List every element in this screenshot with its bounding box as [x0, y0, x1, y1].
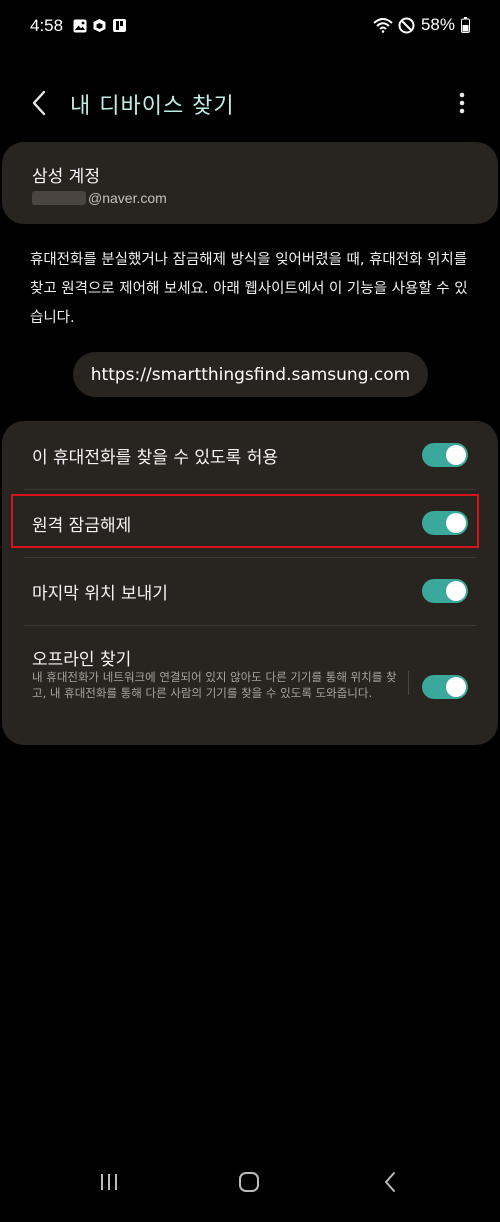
- website-link[interactable]: https://smartthingsfind.samsung.com: [73, 352, 428, 397]
- recents-button[interactable]: [89, 1162, 129, 1202]
- setting-allow-find[interactable]: 이 휴대전화를 찾을 수 있도록 허용: [2, 421, 498, 489]
- setting-send-last-location[interactable]: 마지막 위치 보내기: [2, 557, 498, 625]
- battery-percent: 58%: [420, 15, 455, 34]
- recents-icon: [101, 1174, 117, 1190]
- back-icon: [385, 1172, 395, 1192]
- account-label: 삼성 계정: [32, 167, 100, 187]
- offline-finding-toggle[interactable]: [422, 675, 468, 699]
- back-button[interactable]: [22, 86, 56, 120]
- wifi-icon: [373, 18, 393, 33]
- chevron-left-icon: [32, 90, 46, 116]
- page-title: 내 디바이스 찾기: [70, 94, 235, 119]
- status-time: 4:58: [30, 16, 64, 35]
- samsung-account-card[interactable]: 삼성 계정 @naver.com: [2, 142, 498, 224]
- setting-label: 오프라인 찾기: [32, 650, 132, 670]
- description-text: 휴대전화를 분실했거나 잠금해제 방식을 잊어버렸을 때, 휴대전화 위치를 찾…: [30, 252, 468, 326]
- toggle-knob: [446, 581, 466, 601]
- highlight-box: [11, 494, 479, 548]
- offline-finding-description: 내 휴대전화가 네트워크에 연결되어 있지 않아도 다른 기기를 통해 위치를 …: [32, 670, 397, 700]
- home-button[interactable]: [229, 1162, 269, 1202]
- nav-back-button[interactable]: [370, 1162, 410, 1202]
- vertical-separator: [408, 671, 409, 695]
- status-bar: 4:58 58%: [0, 0, 500, 54]
- setting-label: 이 휴대전화를 찾을 수 있도록 허용: [32, 448, 278, 468]
- allow-find-toggle[interactable]: [422, 443, 468, 467]
- status-icons-right: 58%: [373, 15, 470, 35]
- home-icon: [239, 1172, 259, 1192]
- send-last-location-toggle[interactable]: [422, 579, 468, 603]
- settings-card: 이 휴대전화를 찾을 수 있도록 허용 원격 잠금해제 마지막 위치 보내기 오…: [2, 421, 498, 745]
- gallery-icon: [72, 18, 87, 33]
- navigation-bar: [0, 1142, 500, 1222]
- toggle-knob: [446, 677, 466, 697]
- status-icons-left: [72, 18, 127, 33]
- notification-app-icon: [112, 18, 127, 33]
- setting-label: 마지막 위치 보내기: [32, 584, 168, 604]
- more-options-button[interactable]: [448, 86, 476, 120]
- app-header: 내 디바이스 찾기: [0, 78, 500, 128]
- redacted-email-prefix: [32, 191, 86, 205]
- box-icon: [92, 18, 107, 33]
- account-email-row: @naver.com: [32, 190, 167, 206]
- toggle-knob: [446, 445, 466, 465]
- more-vertical-icon: [459, 92, 465, 114]
- do-not-disturb-icon: [398, 17, 416, 33]
- battery-icon: [460, 17, 470, 33]
- account-email: @naver.com: [88, 190, 167, 206]
